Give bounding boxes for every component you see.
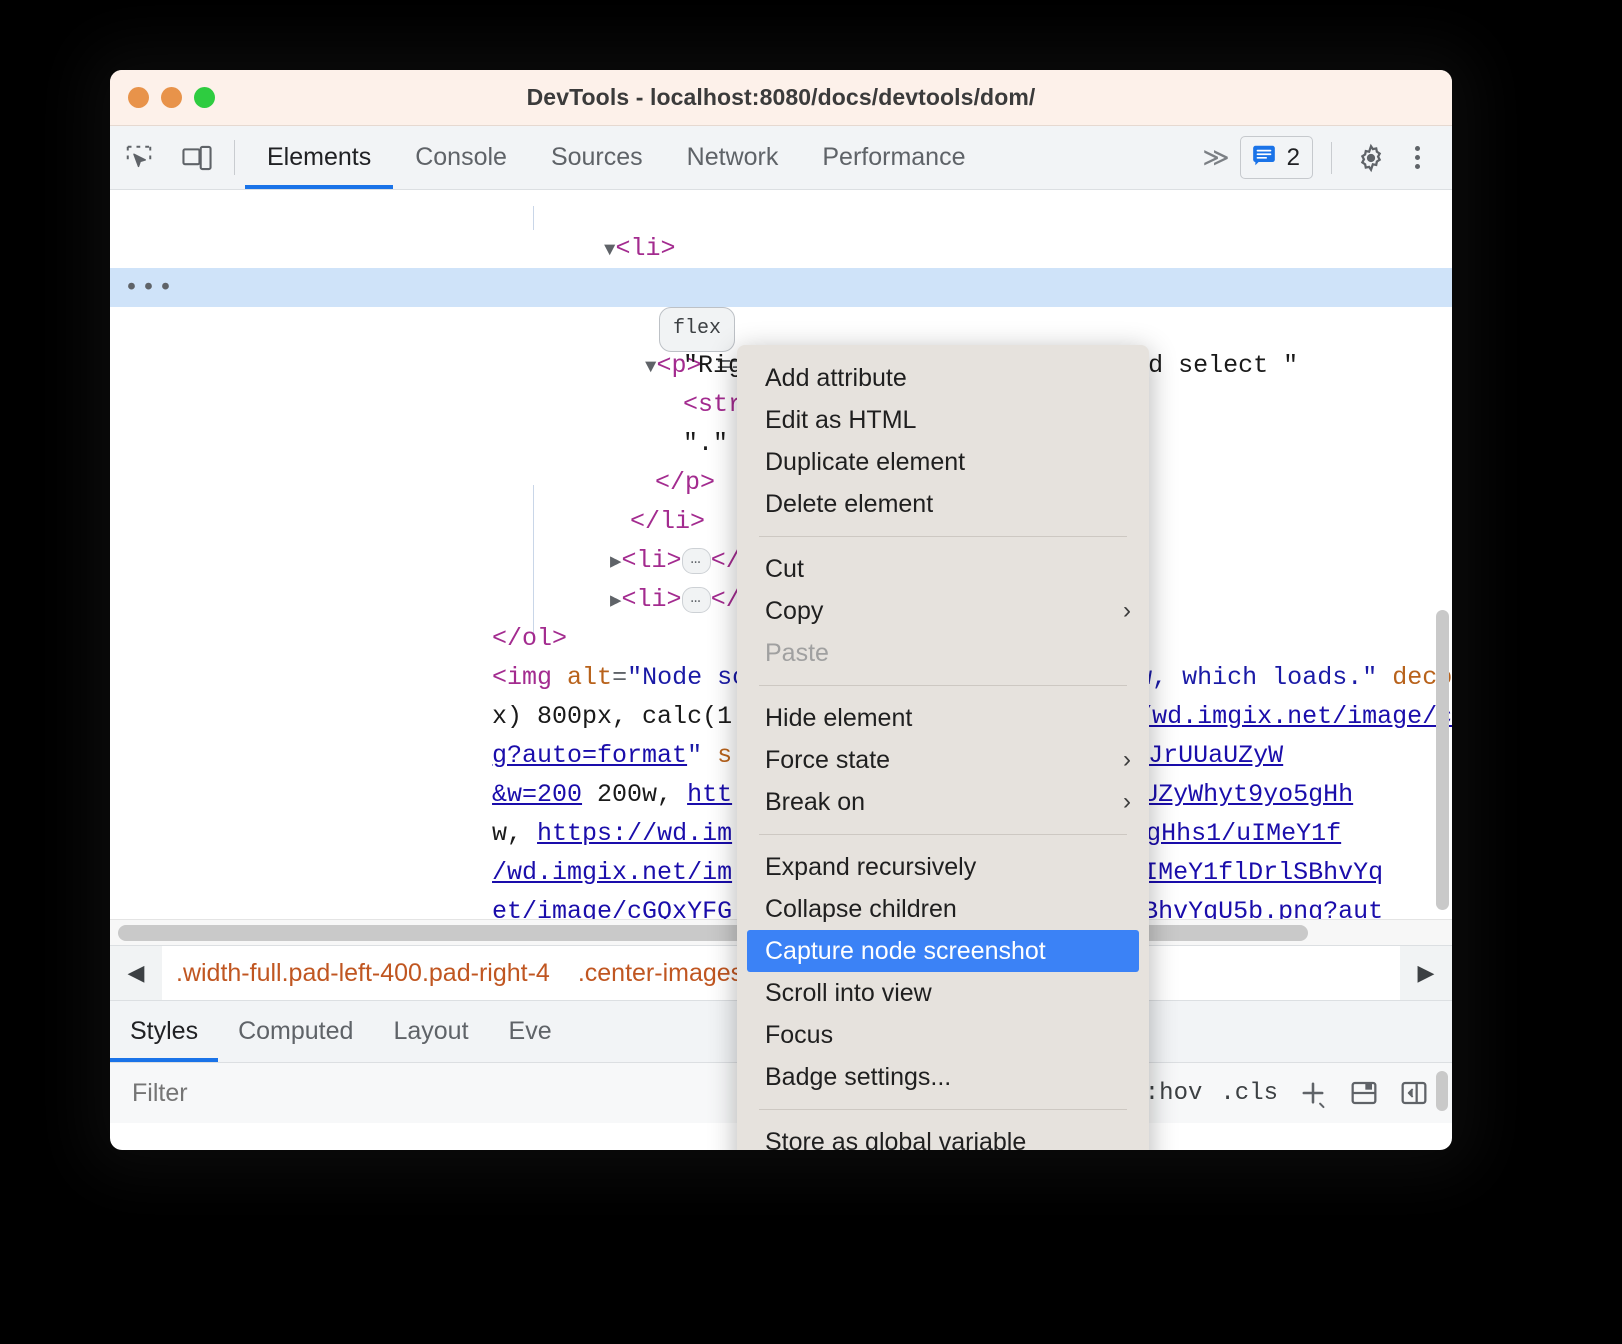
tab-network-label: Network (686, 143, 779, 171)
ctx-label: Capture node screenshot (765, 936, 1046, 965)
tab-performance-label: Performance (822, 143, 966, 171)
issues-counter-button[interactable]: 2 (1239, 136, 1313, 179)
tab-elements[interactable]: Elements (245, 126, 394, 189)
ctx-label: Force state (765, 745, 891, 774)
tab-console-label: Console (415, 143, 507, 171)
breadcrumb-scroll-left-icon[interactable]: ◀ (110, 946, 162, 1000)
ctx-scroll-into-view[interactable]: Scroll into view (737, 972, 1149, 1014)
tab-sources[interactable]: Sources (529, 126, 665, 189)
ctx-separator (759, 1109, 1127, 1110)
ctx-label: Add attribute (765, 363, 907, 392)
ctx-cut[interactable]: Cut (737, 548, 1149, 590)
tab-performance[interactable]: Performance (800, 126, 987, 189)
dom-tree-vertical-scrollbar[interactable] (1436, 610, 1449, 910)
ctx-label: Edit as HTML (765, 405, 917, 434)
ctx-label: Copy (765, 596, 824, 625)
tab-computed-label: Computed (238, 1017, 354, 1045)
tab-layout[interactable]: Layout (373, 1001, 488, 1062)
ctx-label: Duplicate element (765, 447, 966, 476)
toolbar-divider (234, 140, 235, 175)
tree-row[interactable]: ::before flex (110, 229, 1452, 352)
devtools-window: DevTools - localhost:8080/docs/devtools/… (110, 70, 1452, 1150)
toolbar-divider-2 (1331, 141, 1332, 174)
ctx-label: Collapse children (765, 894, 957, 923)
breadcrumb-item[interactable]: .width-full.pad-left-400.pad-right-4 (162, 959, 564, 988)
tab-event-listeners[interactable]: Eve (489, 1001, 572, 1062)
device-toolbar-icon[interactable] (168, 126, 226, 189)
ctx-label: Expand recursively (765, 852, 977, 881)
kebab-menu-icon[interactable] (1396, 146, 1438, 169)
ctx-label: Break on (765, 787, 866, 816)
chevron-right-icon: › (1123, 597, 1131, 624)
dom-context-menu[interactable]: Add attribute Edit as HTML Duplicate ele… (737, 345, 1149, 1150)
ctx-separator (759, 685, 1127, 686)
ctx-duplicate-element[interactable]: Duplicate element (737, 441, 1149, 483)
chevron-right-icon: › (1123, 788, 1131, 815)
gear-icon[interactable] (1350, 142, 1392, 174)
tab-layout-label: Layout (393, 1017, 469, 1045)
ctx-force-state[interactable]: Force state › (737, 739, 1149, 781)
ctx-label: Badge settings... (765, 1062, 952, 1091)
ctx-separator (759, 834, 1127, 835)
ctx-label: Hide element (765, 703, 913, 732)
inspect-element-icon[interactable] (110, 126, 168, 189)
ctx-store-as-global-variable[interactable]: Store as global variable (737, 1121, 1149, 1151)
chevron-right-icon: › (1123, 746, 1131, 773)
toggle-computed-icon[interactable] (1348, 1077, 1380, 1109)
main-toolbar: Elements Console Sources Network Perform… (110, 126, 1452, 190)
ctx-hide-element[interactable]: Hide element (737, 697, 1149, 739)
tree-row-selected[interactable]: ••• ▼<p> == $0 (110, 268, 1452, 380)
tree-row[interactable]: ▼<li> (110, 190, 1452, 263)
ctx-label: Cut (765, 554, 804, 583)
filter-bar-actions: :hov .cls (1145, 1076, 1442, 1110)
ctx-break-on[interactable]: Break on › (737, 781, 1149, 823)
tab-elements-label: Elements (267, 143, 372, 171)
tab-event-listeners-label: Eve (508, 1017, 552, 1045)
tree-row[interactable]: "Right-click the image below and select … (110, 307, 1452, 380)
ctx-collapse-children[interactable]: Collapse children (737, 888, 1149, 930)
title-bar: DevTools - localhost:8080/docs/devtools/… (110, 70, 1452, 126)
toggle-class-button[interactable]: .cls (1220, 1080, 1278, 1107)
ctx-paste: Paste (737, 632, 1149, 674)
toggle-element-state-button[interactable]: :hov (1145, 1080, 1203, 1107)
tab-console[interactable]: Console (393, 126, 529, 189)
ctx-expand-recursively[interactable]: Expand recursively (737, 846, 1149, 888)
ctx-badge-settings[interactable]: Badge settings... (737, 1056, 1149, 1098)
ctx-label: Scroll into view (765, 978, 932, 1007)
row-options-icon[interactable]: ••• (124, 268, 175, 307)
tab-computed[interactable]: Computed (218, 1001, 373, 1062)
tab-styles-label: Styles (130, 1017, 199, 1045)
ctx-separator (759, 536, 1127, 537)
tab-sources-label: Sources (550, 143, 643, 171)
styles-pane-scrollbar[interactable] (1436, 1071, 1448, 1111)
ctx-label: Store as global variable (765, 1127, 1027, 1151)
more-tabs-icon[interactable]: ≫ (1192, 142, 1235, 173)
breadcrumb-item[interactable]: .center-images (564, 959, 757, 988)
ctx-copy[interactable]: Copy › (737, 590, 1149, 632)
toolbar-right-group: ≫ 2 (1192, 126, 1452, 189)
tab-network[interactable]: Network (665, 126, 801, 189)
ctx-label: Paste (765, 638, 829, 667)
issues-message-icon (1251, 142, 1277, 173)
ctx-delete-element[interactable]: Delete element (737, 483, 1149, 525)
ctx-capture-node-screenshot[interactable]: Capture node screenshot (747, 930, 1139, 972)
breadcrumb-scroll-right-icon[interactable]: ▶ (1400, 946, 1452, 1000)
plus-icon[interactable] (1296, 1076, 1330, 1110)
ctx-edit-as-html[interactable]: Edit as HTML (737, 399, 1149, 441)
panel-tabs: Elements Console Sources Network Perform… (245, 126, 987, 189)
ctx-focus[interactable]: Focus (737, 1014, 1149, 1056)
ctx-label: Focus (765, 1020, 834, 1049)
window-title: DevTools - localhost:8080/docs/devtools/… (526, 84, 1036, 110)
ctx-label: Delete element (765, 489, 934, 518)
screen-root: DevTools - localhost:8080/docs/devtools/… (0, 0, 1622, 1344)
tab-styles[interactable]: Styles (110, 1001, 219, 1062)
issues-count: 2 (1286, 143, 1300, 171)
toggle-sidebar-icon[interactable] (1398, 1077, 1430, 1109)
ctx-add-attribute[interactable]: Add attribute (737, 357, 1149, 399)
